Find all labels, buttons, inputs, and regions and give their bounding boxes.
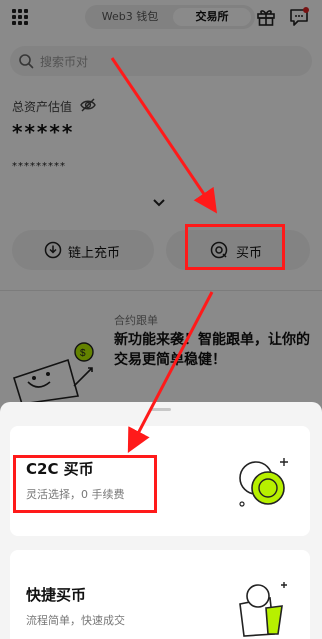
coins-icon: [239, 458, 288, 507]
buy-options-sheet: C2C 买币 灵活选择，0 手续费 快捷买币 流程简单，快速成交: [0, 402, 322, 639]
sheet-drag-handle[interactable]: [151, 408, 171, 411]
quick-buy-subtitle: 流程简单，快速成交: [26, 614, 125, 627]
wallet-icon: [239, 582, 287, 637]
c2c-option-highlight: [13, 455, 157, 513]
quick-buy-option[interactable]: 快捷买币 流程简单，快速成交: [10, 550, 310, 639]
quick-buy-title: 快捷买币: [26, 586, 87, 604]
buy-button-highlight: [185, 224, 285, 270]
